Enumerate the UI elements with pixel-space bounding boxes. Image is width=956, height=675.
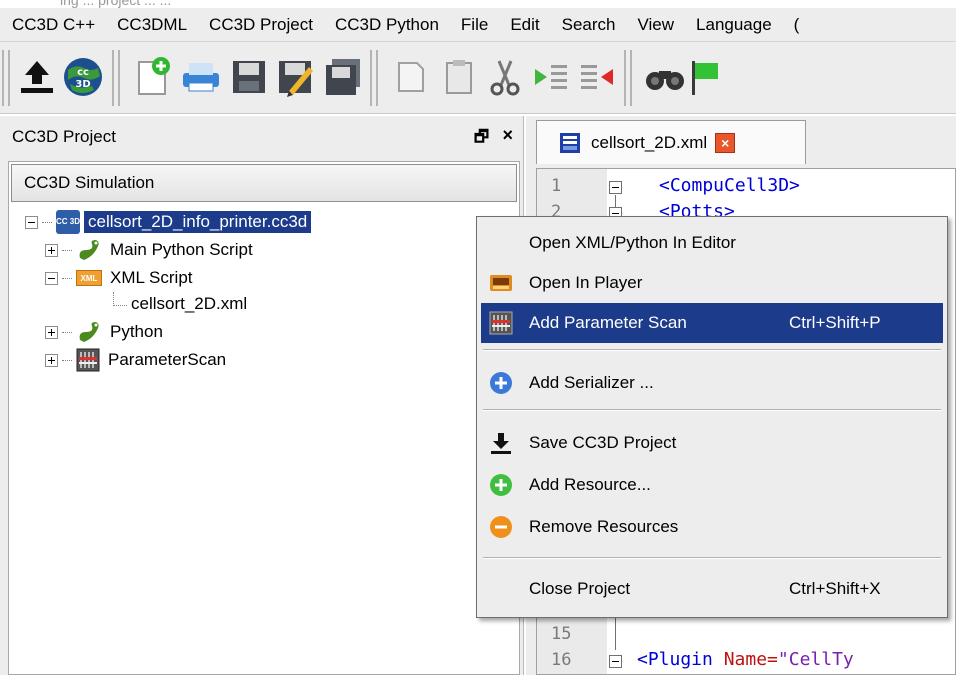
- code-line-1: <CompuCell3D>: [659, 175, 800, 196]
- menu-file[interactable]: File: [450, 15, 499, 35]
- tree-label-xml-file: cellsort_2D.xml: [131, 294, 248, 313]
- menu-item-remove-resources[interactable]: Remove Resources: [481, 507, 943, 547]
- expand-icon[interactable]: [45, 325, 58, 339]
- line-number: 16: [551, 650, 572, 670]
- toolbar-separator: [370, 50, 378, 106]
- fold-toggle-icon[interactable]: [609, 181, 622, 194]
- collapse-icon[interactable]: [25, 215, 38, 229]
- menu-item-save-project[interactable]: Save CC3D Project: [481, 423, 943, 463]
- menu-view[interactable]: View: [626, 15, 685, 35]
- line-number: 1: [551, 176, 562, 196]
- menu-item-open-in-editor[interactable]: Open XML/Python In Editor: [481, 223, 943, 263]
- printer-icon[interactable]: [178, 54, 224, 100]
- tab-label: cellsort_2D.xml: [591, 132, 708, 152]
- menu-cc3d-python[interactable]: CC3D Python: [324, 15, 450, 35]
- context-menu: Open XML/Python In Editor Open In Player…: [476, 216, 948, 618]
- menu-item-add-resource[interactable]: Add Resource...: [481, 465, 943, 505]
- dock-title: CC3D Project: [12, 127, 116, 146]
- menu-search[interactable]: Search: [551, 15, 627, 35]
- menu-item-add-serializer[interactable]: Add Serializer ...: [481, 363, 943, 403]
- copy-doc-icon[interactable]: [388, 54, 434, 100]
- menu-cc3d-cpp[interactable]: CC3D C++: [0, 15, 106, 35]
- flag-icon[interactable]: [690, 54, 718, 100]
- cut-icon[interactable]: [482, 54, 528, 100]
- collapse-icon[interactable]: [45, 271, 58, 285]
- top-text-fragment: ing ... project ... ...: [60, 0, 172, 8]
- unindent-icon[interactable]: [574, 54, 620, 100]
- code-line-16: <Plugin Name="CellTy: [637, 649, 854, 670]
- minus-orange-icon: [489, 515, 513, 539]
- toolbar-separator: [112, 50, 120, 106]
- python-snake-icon: [76, 320, 102, 344]
- toolbar-separator: [624, 50, 632, 106]
- tree-item-xml-script[interactable]: XML XML Script: [45, 264, 193, 292]
- tree-label-main-python: Main Python Script: [110, 240, 253, 259]
- tab-cellsort-xml[interactable]: cellsort_2D.xml ×: [536, 120, 806, 164]
- toolbar: cc 3D: [0, 42, 956, 114]
- plus-blue-icon: [489, 371, 513, 395]
- dock-close-icon[interactable]: ×: [502, 125, 513, 146]
- plus-green-icon: [489, 473, 513, 497]
- fold-toggle-icon[interactable]: [609, 655, 622, 668]
- toolbar-handle[interactable]: [2, 50, 10, 106]
- menu-cc3d-project[interactable]: CC3D Project: [198, 15, 324, 35]
- tree-label-parameter-scan: ParameterScan: [108, 350, 227, 369]
- menu-cutoff[interactable]: (: [783, 15, 811, 35]
- tree-item-parameter-scan[interactable]: ParameterScan: [45, 346, 226, 374]
- cc3d-globe-icon[interactable]: cc 3D: [60, 54, 106, 100]
- expand-icon[interactable]: [45, 353, 58, 367]
- new-document-icon[interactable]: [130, 54, 176, 100]
- menu-separator: [483, 409, 941, 411]
- svg-text:3D: 3D: [75, 79, 90, 90]
- tree-label-xml-script: XML Script: [110, 268, 193, 287]
- parameter-scan-icon: [76, 348, 100, 372]
- tree-header[interactable]: CC3D Simulation: [11, 164, 517, 202]
- save-download-icon: [489, 431, 513, 455]
- save-icon[interactable]: [226, 54, 272, 100]
- save-as-icon[interactable]: [272, 54, 318, 100]
- menu-item-close-project[interactable]: Close Project Ctrl+Shift+X: [481, 569, 943, 609]
- menu-item-open-in-player[interactable]: Open In Player: [481, 263, 943, 303]
- save-all-icon[interactable]: [320, 54, 366, 100]
- player-icon: [489, 271, 513, 295]
- svg-text:cc: cc: [77, 67, 89, 78]
- upload-icon[interactable]: [14, 54, 60, 100]
- indent-icon[interactable]: [528, 54, 574, 100]
- python-snake-icon: [76, 238, 102, 262]
- project-dock: CC3D Project 🗗 × CC3D Simulation CC 3D c…: [0, 116, 524, 675]
- menu-item-add-parameter-scan[interactable]: Add Parameter Scan Ctrl+Shift+P: [481, 303, 943, 343]
- xml-doc-icon: [559, 132, 581, 154]
- xml-file-icon: XML: [76, 270, 102, 286]
- menu-bar: CC3D C++ CC3DML CC3D Project CC3D Python…: [0, 8, 956, 42]
- menu-edit[interactable]: Edit: [499, 15, 550, 35]
- tree-item-main-python[interactable]: Main Python Script: [45, 236, 253, 264]
- tree-item-python[interactable]: Python: [45, 318, 163, 346]
- top-strip: ing ... project ... ...: [0, 0, 956, 8]
- tree-item-xml-file[interactable]: cellsort_2D.xml: [113, 290, 247, 318]
- paste-icon[interactable]: [436, 54, 482, 100]
- tab-close-icon[interactable]: ×: [715, 132, 736, 153]
- menu-separator: [483, 557, 941, 559]
- tree-label-root: cellsort_2D_info_printer.cc3d: [84, 211, 312, 233]
- menu-cc3dml[interactable]: CC3DML: [106, 15, 198, 35]
- project-tree[interactable]: CC3D Simulation CC 3D cellsort_2D_info_p…: [8, 161, 520, 675]
- tree-item-root[interactable]: CC 3D cellsort_2D_info_printer.cc3d: [25, 208, 312, 236]
- dock-float-icon[interactable]: 🗗: [474, 126, 489, 153]
- tree-label-python: Python: [110, 322, 163, 341]
- binoculars-icon[interactable]: [642, 54, 688, 100]
- expand-icon[interactable]: [45, 243, 58, 257]
- cc3d-project-icon: CC 3D: [56, 210, 80, 234]
- menu-separator: [483, 349, 941, 351]
- parameter-scan-icon: [489, 311, 513, 335]
- menu-language[interactable]: Language: [685, 15, 783, 35]
- line-number: 15: [551, 624, 572, 644]
